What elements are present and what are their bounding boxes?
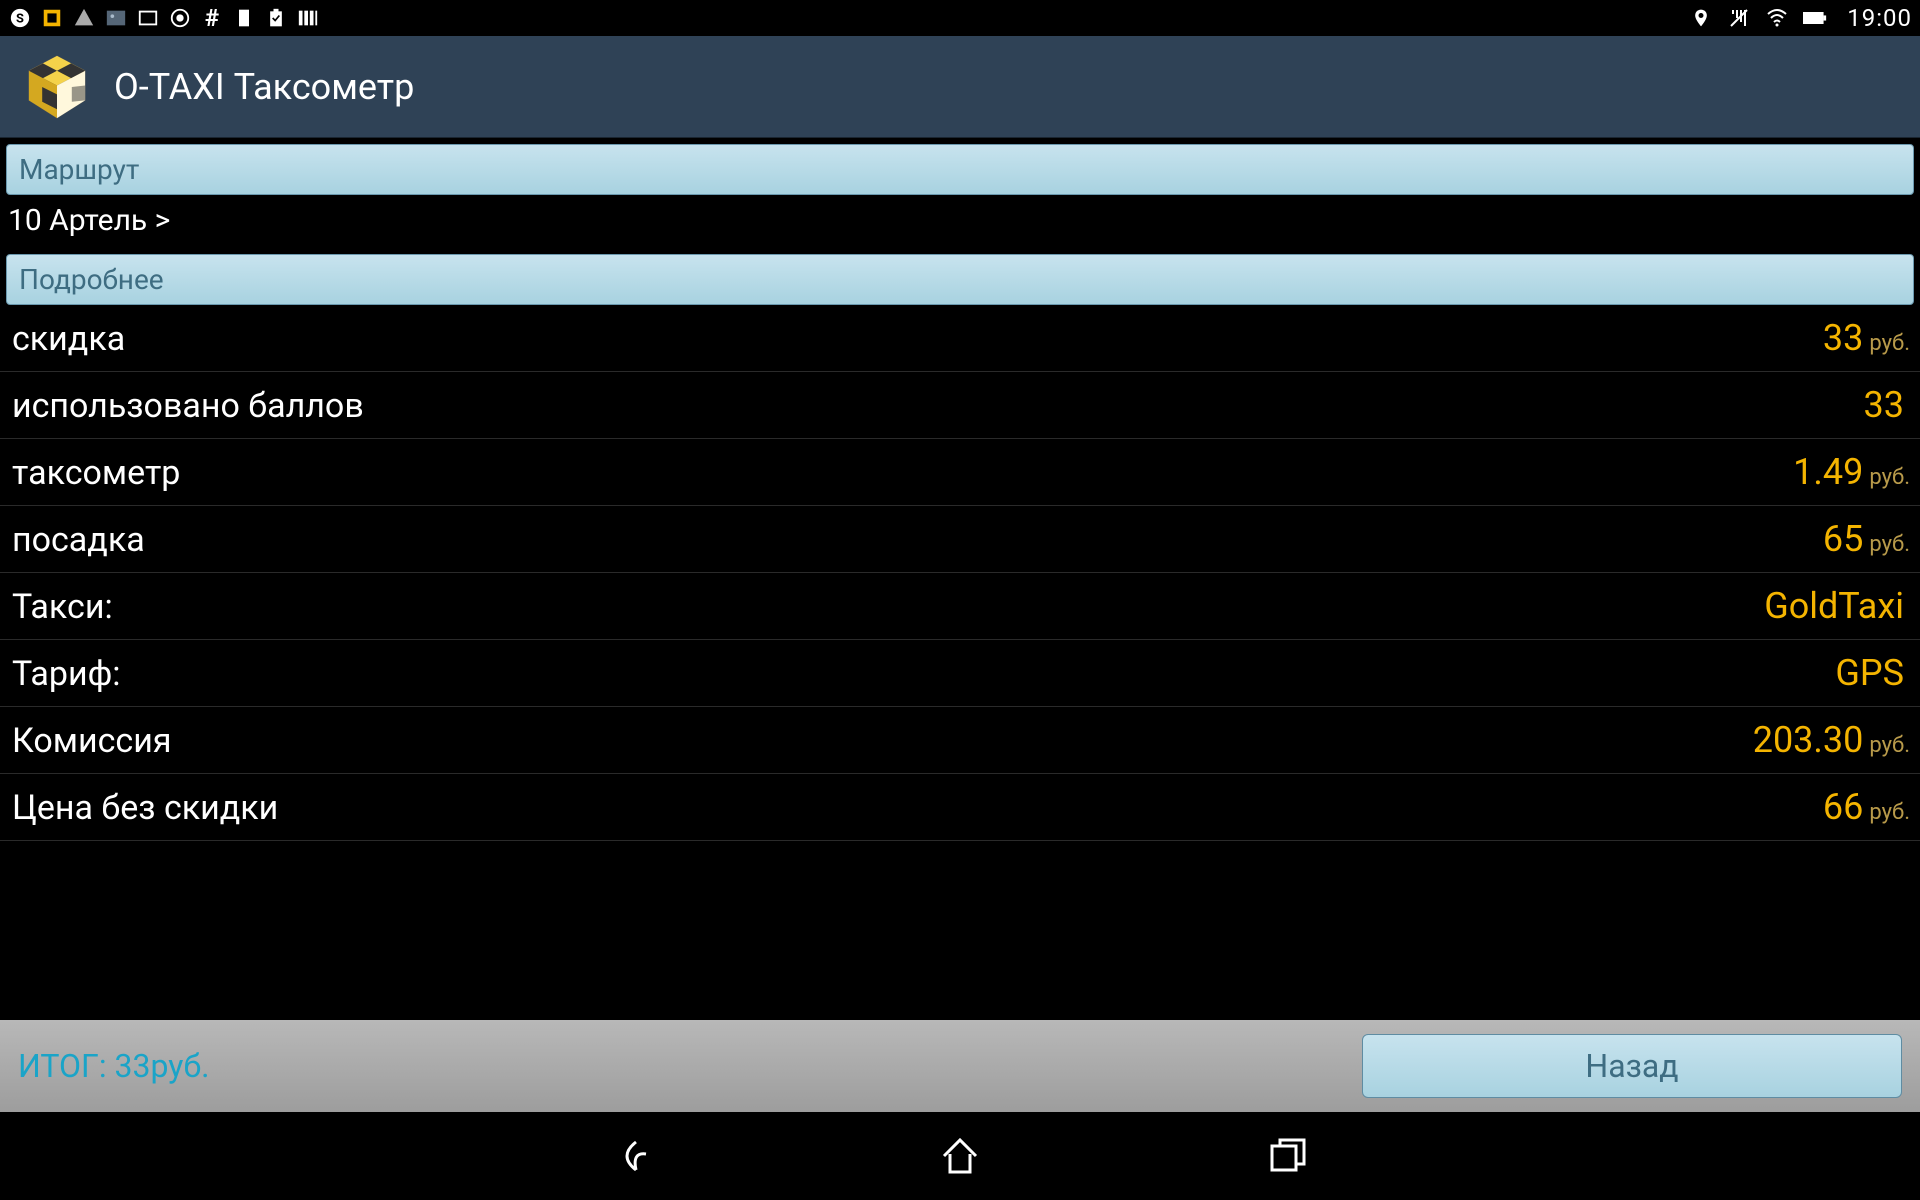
status-time: 19:00 [1847, 4, 1912, 32]
row-label: Тариф: [12, 654, 121, 694]
back-button[interactable]: Назад [1362, 1034, 1902, 1098]
warning-icon [72, 6, 96, 30]
row-label: Комиссия [12, 721, 172, 761]
bars-icon [296, 6, 320, 30]
app-logo-icon [20, 50, 94, 124]
row-value: 66 [1823, 786, 1863, 828]
app-title: O-TAXI Таксометр [114, 66, 414, 108]
row-label: скидка [12, 319, 125, 359]
row-price-no-discount: Цена без скидки 66руб. [0, 774, 1920, 841]
photo-icon [104, 6, 128, 30]
bottom-bar: ИТОГ: 33руб. Назад [0, 1020, 1920, 1112]
row-unit: руб. [1869, 465, 1910, 490]
route-value: 10 Артель > [0, 195, 1920, 248]
row-value: GoldTaxi [1764, 585, 1904, 627]
row-unit: руб. [1869, 532, 1910, 557]
total-label: ИТОГ: 33руб. [18, 1047, 210, 1085]
wifi-icon [1765, 6, 1789, 30]
app-notification-icon [40, 6, 64, 30]
row-label: использовано баллов [12, 386, 364, 426]
row-unit: руб. [1869, 733, 1910, 758]
hash-icon: # [200, 6, 224, 30]
row-value: 65 [1823, 518, 1863, 560]
row-tariff: Тариф: GPS [0, 640, 1920, 707]
row-unit: руб. [1869, 800, 1910, 825]
row-label: посадка [12, 520, 145, 560]
row-label: Цена без скидки [12, 788, 278, 828]
nav-recent-icon[interactable] [1264, 1132, 1312, 1180]
row-boarding: посадка 65руб. [0, 506, 1920, 573]
row-label: Такси: [12, 587, 113, 627]
row-points-used: использовано баллов 33 [0, 372, 1920, 439]
status-right: 19:00 [1689, 4, 1912, 32]
location-icon [1689, 6, 1713, 30]
svg-text:S: S [16, 12, 24, 27]
row-commission: Комиссия 203.30руб. [0, 707, 1920, 774]
row-unit: руб. [1869, 331, 1910, 356]
row-label: таксометр [12, 453, 180, 493]
window-icon [136, 6, 160, 30]
status-bar: S # [0, 0, 1920, 36]
app-bar: O-TAXI Таксометр [0, 36, 1920, 138]
back-button-label: Назад [1585, 1047, 1678, 1085]
skype-icon: S [8, 6, 32, 30]
route-section-header[interactable]: Маршрут [6, 144, 1914, 195]
row-value: 33 [1823, 317, 1863, 359]
nav-bar [0, 1112, 1920, 1200]
row-value: 33 [1864, 384, 1904, 426]
details-section-header[interactable]: Подробнее [6, 254, 1914, 305]
row-value: 203.30 [1753, 719, 1864, 761]
nav-home-icon[interactable] [936, 1132, 984, 1180]
battery-icon [1803, 6, 1827, 30]
row-value: GPS [1835, 652, 1904, 694]
row-discount: скидка 33руб. [0, 305, 1920, 372]
sd-card-icon [232, 6, 256, 30]
row-taximeter: таксометр 1.49руб. [0, 439, 1920, 506]
shield-icon [168, 6, 192, 30]
nav-back-icon[interactable] [608, 1132, 656, 1180]
row-value: 1.49 [1793, 451, 1863, 493]
details-list: скидка 33руб. использовано баллов 33 так… [0, 305, 1920, 841]
clipboard-icon [264, 6, 288, 30]
row-taxi: Такси: GoldTaxi [0, 573, 1920, 640]
status-left: S # [8, 6, 320, 30]
content-spacer [0, 841, 1920, 1020]
vibrate-icon [1727, 6, 1751, 30]
